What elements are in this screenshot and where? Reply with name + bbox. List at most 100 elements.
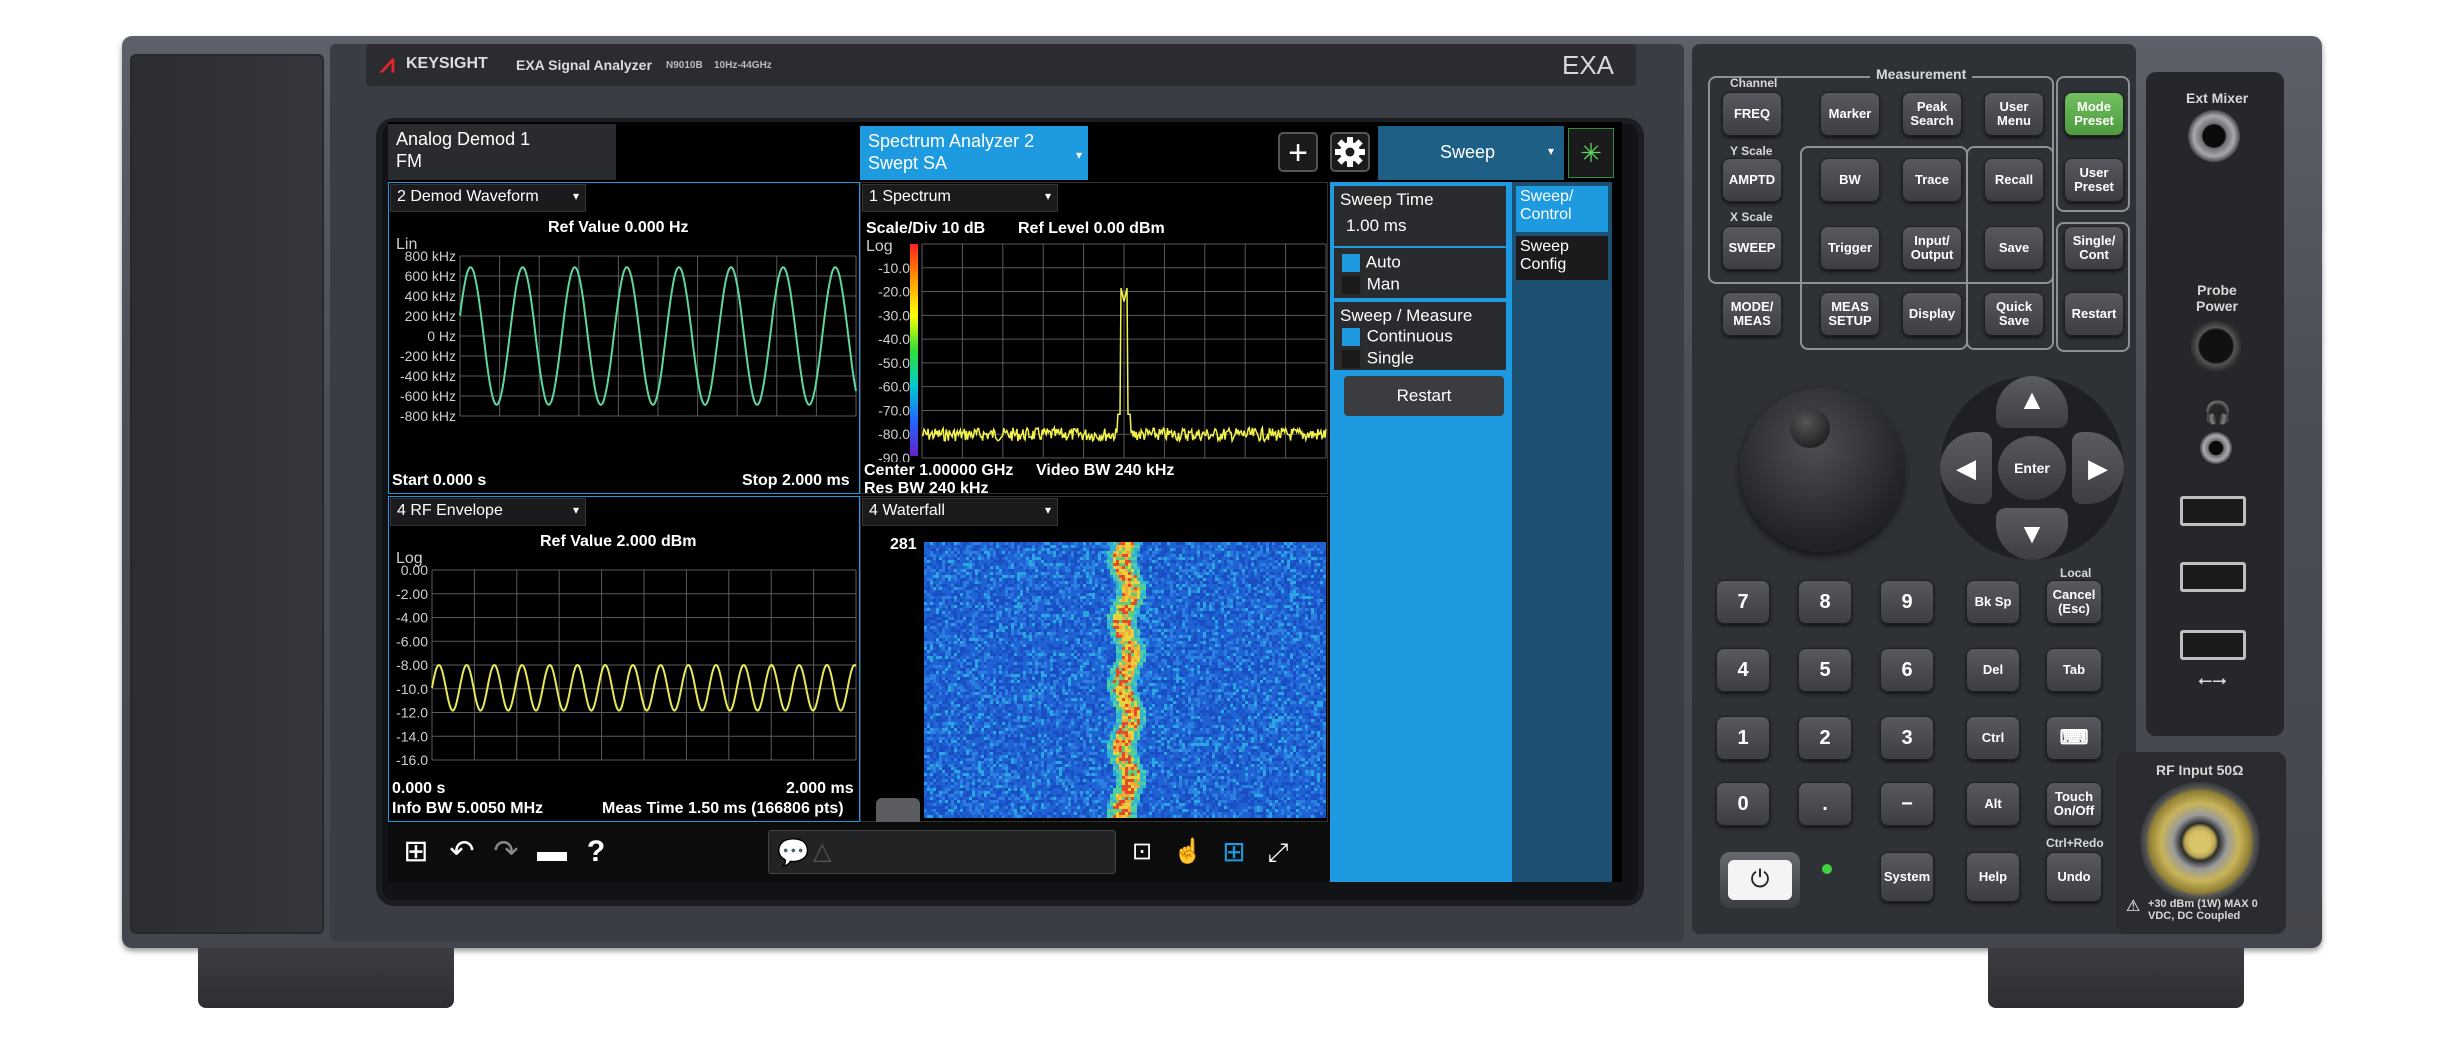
waterfall-cell (1041, 671, 1044, 674)
waterfall-cell (924, 584, 927, 587)
waterfall-cell (1236, 668, 1239, 671)
waterfall-cell (978, 611, 981, 614)
waterfall-cell (1170, 656, 1173, 659)
waterfall-cell (1248, 665, 1251, 668)
waterfall-cell (1134, 584, 1137, 587)
waterfall-cell (1167, 557, 1170, 560)
waterfall-cell (966, 662, 969, 665)
waterfall-cell (1026, 563, 1029, 566)
waterfall-cell (1131, 686, 1134, 689)
waterfall-cell (1284, 647, 1287, 650)
waterfall-cell (1254, 572, 1257, 575)
waterfall-cell (987, 560, 990, 563)
waterfall-cell (936, 629, 939, 632)
waterfall-cell (1038, 632, 1041, 635)
waterfall-cell (1059, 581, 1062, 584)
waterfall-cell (1119, 602, 1122, 605)
waterfall-cell (1197, 629, 1200, 632)
waterfall-cell (948, 626, 951, 629)
waterfall-cell (1155, 542, 1158, 545)
waterfall-cell (1128, 578, 1131, 581)
waterfall-cell (978, 590, 981, 593)
waterfall-cell (1032, 605, 1035, 608)
waterfall-cell (1152, 587, 1155, 590)
waterfall-cell (1059, 590, 1062, 593)
waterfall-cell (999, 548, 1002, 551)
waterfall-cell (1089, 593, 1092, 596)
waterfall-cell (1266, 569, 1269, 572)
waterfall-cell (1185, 686, 1188, 689)
waterfall-cell (924, 617, 927, 620)
waterfall-cell (1188, 590, 1191, 593)
tab-analog-demod[interactable]: Analog Demod 1 FM (388, 124, 616, 180)
waterfall-cell (996, 632, 999, 635)
waterfall-cell (1293, 542, 1296, 545)
waterfall-cell (1281, 572, 1284, 575)
waterfall-cell (978, 623, 981, 626)
waterfall-cell (1278, 683, 1281, 686)
waterfall-cell (1086, 581, 1089, 584)
waterfall-cell (1230, 638, 1233, 641)
waterfall-cell (1041, 662, 1044, 665)
sweep-menu-title[interactable]: Sweep ▾ (1378, 126, 1564, 180)
waterfall-cell (1050, 617, 1053, 620)
window-selector-waterfall[interactable]: 4 Waterfall (862, 498, 1058, 526)
waterfall-cell (1047, 566, 1050, 569)
waterfall-cell (1215, 563, 1218, 566)
waterfall-cell (1128, 572, 1131, 575)
waterfall-cell (1188, 557, 1191, 560)
waterfall-cell (1002, 578, 1005, 581)
waterfall-cell (969, 656, 972, 659)
waterfall-cell (1161, 590, 1164, 593)
window-selector-demod[interactable]: 2 Demod Waveform (390, 184, 586, 212)
waterfall-cell (1068, 629, 1071, 632)
waterfall-cell (1014, 674, 1017, 677)
settings-button[interactable] (1330, 132, 1370, 172)
tab-spectrum-analyzer[interactable]: Spectrum Analyzer 2 Swept SA ▾ (860, 126, 1088, 180)
waterfall-cell (1077, 611, 1080, 614)
waterfall-cell (1176, 659, 1179, 662)
waterfall-cell (978, 689, 981, 692)
waterfall-cell (1086, 662, 1089, 665)
window-selector-envelope[interactable]: 4 RF Envelope (390, 498, 586, 526)
waterfall-cell (1107, 590, 1110, 593)
waterfall-cell (933, 647, 936, 650)
waterfall-cell (954, 626, 957, 629)
waterfall-cell (1113, 554, 1116, 557)
waterfall-cell (1119, 605, 1122, 608)
waterfall-cell (1281, 629, 1284, 632)
waterfall-cell (1308, 686, 1311, 689)
waterfall-cell (1269, 581, 1272, 584)
waterfall-cell (954, 545, 957, 548)
waterfall-cell (1317, 641, 1320, 644)
waterfall-cell (957, 638, 960, 641)
waterfall-cell (1203, 635, 1206, 638)
waterfall-cell (1020, 554, 1023, 557)
waterfall-cell (996, 617, 999, 620)
waterfall-cell (1236, 686, 1239, 689)
waterfall-cell (948, 689, 951, 692)
waterfall-cell (933, 620, 936, 623)
waterfall-cell (1143, 602, 1146, 605)
waterfall-cell (1272, 596, 1275, 599)
waterfall-cell (987, 557, 990, 560)
waterfall-cell (1038, 545, 1041, 548)
waterfall-cell (1176, 620, 1179, 623)
waterfall-cell (1083, 656, 1086, 659)
waterfall-cell (1194, 602, 1197, 605)
window-selector-spectrum[interactable]: 1 Spectrum (862, 184, 1058, 212)
waterfall-cell (1089, 545, 1092, 548)
waterfall-cell (1197, 623, 1200, 626)
waterfall-cell (1194, 614, 1197, 617)
waterfall-cell (1074, 581, 1077, 584)
waterfall-cell (972, 620, 975, 623)
waterfall-cell (1131, 662, 1134, 665)
waterfall-cell (1158, 665, 1161, 668)
waterfall-cell (1134, 677, 1137, 680)
waterfall-cell (1059, 593, 1062, 596)
waterfall-cell (945, 605, 948, 608)
waterfall-cell (1134, 620, 1137, 623)
waterfall-cell (981, 668, 984, 671)
add-window-button[interactable]: + (1278, 132, 1318, 172)
waterfall-cell (1002, 638, 1005, 641)
